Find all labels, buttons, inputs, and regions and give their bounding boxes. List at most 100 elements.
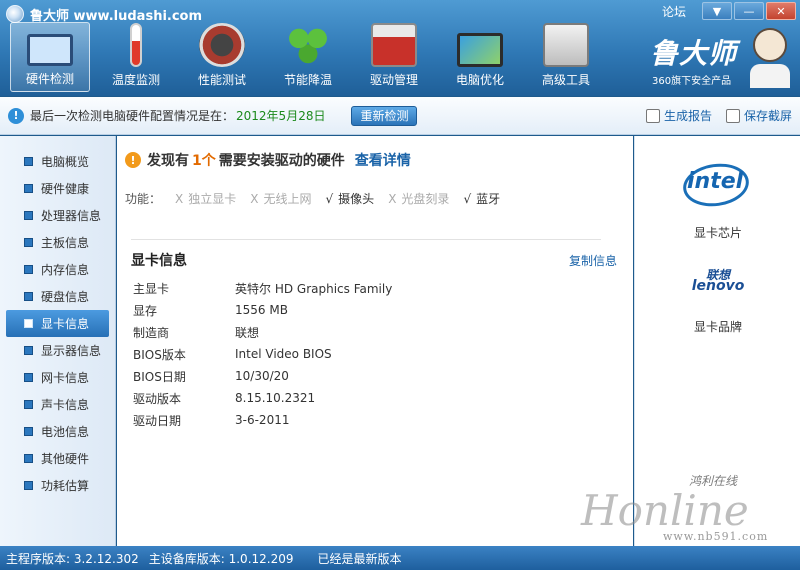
sidebar-item-display[interactable]: 显示器信息 <box>6 337 109 364</box>
sidebar-item-disk[interactable]: 硬盘信息 <box>6 283 109 310</box>
bullet-icon <box>24 481 33 490</box>
tool-performance[interactable]: 性能测试 <box>182 22 262 92</box>
property-row: 主显卡 英特尔 HD Graphics Family <box>133 281 393 296</box>
sidebar-item-label: 处理器信息 <box>41 209 102 223</box>
features-label: 功能： <box>125 192 162 206</box>
recheck-button[interactable]: 重新检测 <box>351 105 418 126</box>
generate-report-label: 生成报告 <box>663 109 712 123</box>
sidebar-item-label: 电脑概览 <box>41 155 90 169</box>
intel-logo-text: intel <box>687 169 744 194</box>
menu-dropdown-button[interactable]: ▼ <box>702 2 732 20</box>
last-check-text: 最后一次检测电脑硬件配置情况是在： <box>30 109 235 123</box>
feature-discrete-gpu: X 独立显卡 <box>175 191 237 207</box>
tool-hardware-check[interactable]: 硬件检测 <box>10 22 90 92</box>
property-row: 驱动日期 3-6-2011 <box>133 413 290 428</box>
tool-label: 硬件检测 <box>25 72 74 86</box>
status-bar: 主程序版本: 3.2.12.302 主设备库版本: 1.0.12.209 已经是… <box>0 546 800 570</box>
property-row: 驱动版本 8.15.10.2321 <box>133 391 316 406</box>
property-row: 显存 1556 MB <box>133 303 288 318</box>
bullet-icon <box>24 319 33 328</box>
alert-count: 1个 <box>192 153 216 169</box>
clover-icon <box>285 23 331 67</box>
sidebar-item-label: 其他硬件 <box>41 452 90 466</box>
graphics-properties: 主显卡 英特尔 HD Graphics Family 显存 1556 MB 制造商联… <box>133 277 392 431</box>
bullet-icon <box>24 265 33 274</box>
camera-icon <box>725 108 740 123</box>
minimize-button[interactable]: — <box>734 2 764 20</box>
sidebar-item-label: 内存信息 <box>41 263 90 277</box>
sidebar-item-label: 硬盘信息 <box>41 290 90 304</box>
sidebar-item-label: 声卡信息 <box>41 398 90 412</box>
sidebar-item-memory[interactable]: 内存信息 <box>6 256 109 283</box>
sidebar-item-label: 网卡信息 <box>41 371 90 385</box>
bullet-icon <box>24 211 33 220</box>
feature-disc-burning: X 光盘刻录 <box>388 191 450 207</box>
bullet-icon <box>24 346 33 355</box>
sidebar-item-label: 主板信息 <box>41 236 90 250</box>
app-title-text: 鲁大师 www.ludashi.com <box>30 8 203 24</box>
forum-link[interactable]: 论坛 <box>662 3 686 20</box>
sidebar-item-battery[interactable]: 电池信息 <box>6 418 109 445</box>
tool-advanced[interactable]: 高级工具 <box>526 22 606 92</box>
sidebar-item-label: 硬件健康 <box>41 182 90 196</box>
tool-temperature[interactable]: 温度监测 <box>96 22 176 92</box>
warning-icon: ! <box>125 152 141 168</box>
bullet-icon <box>24 184 33 193</box>
bullet-icon <box>24 400 33 409</box>
divider <box>131 239 601 240</box>
info-bar: ! 最后一次检测电脑硬件配置情况是在： 2012年5月28日 重新检测 生成报告… <box>0 97 800 135</box>
sidebar-item-label: 显示器信息 <box>41 344 102 358</box>
db-version: 主设备库版本: 1.0.12.209 <box>148 551 294 566</box>
tool-label: 温度监测 <box>111 73 160 87</box>
bullet-icon <box>24 454 33 463</box>
sidebar-item-other[interactable]: 其他硬件 <box>6 445 109 472</box>
bullet-icon <box>24 238 33 247</box>
sidebar-item-overview[interactable]: 电脑概览 <box>6 148 109 175</box>
sidebar-item-motherboard[interactable]: 主板信息 <box>6 229 109 256</box>
sidebar-item-graphics[interactable]: 显卡信息 <box>6 310 109 337</box>
sidebar-item-sound[interactable]: 声卡信息 <box>6 391 109 418</box>
sidebar-item-label: 电池信息 <box>41 425 90 439</box>
copy-info-link[interactable]: 复制信息 <box>569 252 617 269</box>
bullet-icon <box>24 427 33 436</box>
tool-optimize[interactable]: 电脑优化 <box>440 22 520 92</box>
title-toolbar-area: 鲁大师 www.ludashi.com 论坛 ▼ — ✕ 硬件检测 温度监测 性… <box>0 0 800 96</box>
watermark-url: www.nb591.com <box>663 530 769 543</box>
tool-driver-management[interactable]: 驱动管理 <box>354 22 434 92</box>
sidebar-item-cpu[interactable]: 处理器信息 <box>6 202 109 229</box>
chip-caption: 显卡芯片 <box>693 226 742 240</box>
window-controls: 论坛 ▼ — ✕ <box>662 2 796 20</box>
view-details-link[interactable]: 查看详情 <box>355 150 411 170</box>
last-check-date: 2012年5月28日 <box>236 109 326 123</box>
save-screenshot-button[interactable]: 保存截屏 <box>725 107 792 124</box>
feature-camera: √ 摄像头 <box>325 191 375 207</box>
toolbox-icon <box>371 23 417 67</box>
main-version: 主程序版本: 3.2.12.302 <box>6 551 139 566</box>
feature-bluetooth: √ 蓝牙 <box>463 191 501 207</box>
brand-panel: intel 显卡芯片 联想 lenovo 显卡品牌 鸿利在线 Honline w… <box>581 136 800 546</box>
tool-label: 驱动管理 <box>369 73 418 87</box>
brand-name: 鲁大师 <box>650 37 738 70</box>
feature-wireless: X 无线上网 <box>250 191 312 207</box>
report-icon <box>645 108 660 123</box>
info-icon: ! <box>8 107 24 124</box>
sidebar-item-health[interactable]: 硬件健康 <box>6 175 109 202</box>
computer-case-icon <box>543 23 589 67</box>
ludashi-logo-icon <box>6 5 24 23</box>
thermometer-icon <box>130 23 142 67</box>
feature-list: 功能： X 独立显卡 X 无线上网 √ 摄像头 X 光盘刻录 √ 蓝牙 <box>125 190 500 207</box>
generate-report-button[interactable]: 生成报告 <box>645 107 712 124</box>
lenovo-logo-en: lenovo <box>691 278 745 294</box>
tool-energy-saving[interactable]: 节能降温 <box>268 22 348 92</box>
gauge-icon <box>199 23 245 67</box>
tool-label: 高级工具 <box>541 73 590 87</box>
sidebar-item-power[interactable]: 功耗估算 <box>6 472 109 499</box>
sidebar-item-network[interactable]: 网卡信息 <box>6 364 109 391</box>
property-row: BIOS日期 10/30/20 <box>133 369 289 384</box>
brand-logo: 鲁大师 360旗下安全产品 <box>650 28 790 92</box>
close-button[interactable]: ✕ <box>766 2 796 20</box>
bullet-icon <box>24 373 33 382</box>
property-row: BIOS版本 Intel Video BIOS <box>133 347 332 362</box>
driver-alert: ! 发现有 1个 需要安装驱动的硬件 查看详情 <box>125 150 411 170</box>
main-content: ! 发现有 1个 需要安装驱动的硬件 查看详情 功能： X 独立显卡 X 无线上网 … <box>117 136 633 546</box>
